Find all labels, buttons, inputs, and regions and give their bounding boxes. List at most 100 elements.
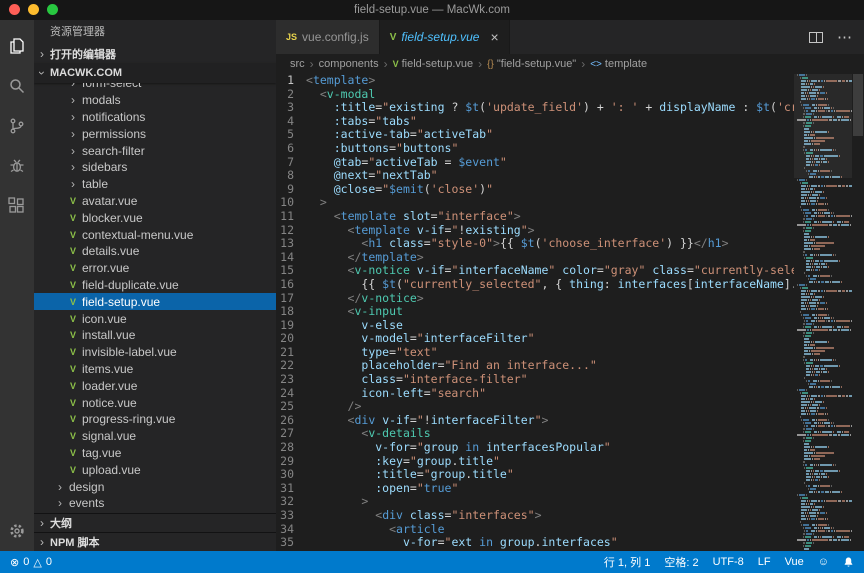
tree-item-progress-ring-vue[interactable]: Vprogress-ring.vue bbox=[34, 411, 276, 428]
split-editor-icon[interactable] bbox=[809, 32, 823, 43]
code-line-3[interactable]: 3 :title="existing ? $t('update_field') … bbox=[276, 101, 794, 115]
tree-item-details-vue[interactable]: Vdetails.vue bbox=[34, 243, 276, 260]
code-line-22[interactable]: 22 placeholder="Find an interface..." bbox=[276, 359, 794, 373]
minimap[interactable] bbox=[794, 74, 852, 551]
code-line-9[interactable]: 9 @close="$emit('close')" bbox=[276, 183, 794, 197]
code-line-29[interactable]: 29 :key="group.title" bbox=[276, 455, 794, 469]
tree-item-table[interactable]: ›table bbox=[34, 176, 276, 193]
tab-field-setup-vue[interactable]: V field-setup.vue × bbox=[380, 20, 510, 54]
close-tab-icon[interactable]: × bbox=[490, 30, 498, 44]
code-line-11[interactable]: 11 <template slot="interface"> bbox=[276, 210, 794, 224]
tree-item-avatar-vue[interactable]: Vavatar.vue bbox=[34, 193, 276, 210]
indentation-setting[interactable]: 空格: 2 bbox=[664, 554, 698, 570]
search-icon[interactable] bbox=[0, 66, 34, 106]
code-line-7[interactable]: 7 @tab="activeTab = $event" bbox=[276, 156, 794, 170]
breadcrumb-item-components[interactable]: components bbox=[319, 58, 379, 70]
scrollbar-thumb[interactable] bbox=[853, 74, 863, 136]
tree-item-error-vue[interactable]: Verror.vue bbox=[34, 260, 276, 277]
notifications-bell-icon[interactable] bbox=[843, 556, 854, 568]
tree-item-invisible-label-vue[interactable]: Vinvisible-label.vue bbox=[34, 344, 276, 361]
workspace-root-section[interactable]: › MACWK.COM bbox=[34, 63, 276, 83]
tree-item-signal-vue[interactable]: Vsignal.vue bbox=[34, 428, 276, 445]
tree-item-field-duplicate-vue[interactable]: Vfield-duplicate.vue bbox=[34, 277, 276, 294]
code-line-26[interactable]: 26 <div v-if="!interfaceFilter"> bbox=[276, 414, 794, 428]
code-line-content: <article bbox=[306, 523, 445, 537]
line-number: 22 bbox=[276, 359, 306, 373]
code-line-12[interactable]: 12 <template v-if="!existing"> bbox=[276, 224, 794, 238]
tree-item-tag-vue[interactable]: Vtag.vue bbox=[34, 445, 276, 462]
code-line-25[interactable]: 25 /> bbox=[276, 400, 794, 414]
settings-gear-icon[interactable] bbox=[0, 511, 34, 551]
code-line-30[interactable]: 30 :title="group.title" bbox=[276, 468, 794, 482]
tree-item-notice-vue[interactable]: Vnotice.vue bbox=[34, 394, 276, 411]
code-editor[interactable]: 1<template>2 <v-modal3 :title="existing … bbox=[276, 74, 794, 551]
code-line-34[interactable]: 34 <article bbox=[276, 523, 794, 537]
code-line-23[interactable]: 23 class="interface-filter" bbox=[276, 373, 794, 387]
line-number: 30 bbox=[276, 468, 306, 482]
tree-item-notifications[interactable]: ›notifications bbox=[34, 109, 276, 126]
tab-vue-config-js[interactable]: JS vue.config.js bbox=[276, 20, 380, 54]
breadcrumb-item-field-setup-vue[interactable]: {}"field-setup.vue" bbox=[487, 58, 576, 70]
tree-item-search-filter[interactable]: ›search-filter bbox=[34, 142, 276, 159]
code-line-10[interactable]: 10 > bbox=[276, 196, 794, 210]
code-line-5[interactable]: 5 :active-tab="activeTab" bbox=[276, 128, 794, 142]
npm-scripts-section[interactable]: › NPM 脚本 bbox=[34, 532, 276, 551]
code-line-4[interactable]: 4 :tabs="tabs" bbox=[276, 115, 794, 129]
outline-section[interactable]: › 大纲 bbox=[34, 513, 276, 532]
cursor-position[interactable]: 行 1, 列 1 bbox=[604, 554, 650, 570]
zoom-window-button[interactable] bbox=[47, 4, 58, 15]
tree-item-field-setup-vue[interactable]: Vfield-setup.vue bbox=[34, 293, 276, 310]
encoding-setting[interactable]: UTF-8 bbox=[713, 556, 744, 568]
code-line-6[interactable]: 6 :buttons="buttons" bbox=[276, 142, 794, 156]
breadcrumb-item-src[interactable]: src bbox=[290, 58, 305, 70]
code-line-15[interactable]: 15 <v-notice v-if="interfaceName" color=… bbox=[276, 264, 794, 278]
tree-item-sidebars[interactable]: ›sidebars bbox=[34, 159, 276, 176]
code-line-17[interactable]: 17 </v-notice> bbox=[276, 292, 794, 306]
code-line-8[interactable]: 8 @next="nextTab" bbox=[276, 169, 794, 183]
code-line-21[interactable]: 21 type="text" bbox=[276, 346, 794, 360]
code-line-28[interactable]: 28 v-for="group in interfacesPopular" bbox=[276, 441, 794, 455]
tree-item-form-select[interactable]: ›form-select bbox=[34, 83, 276, 92]
tree-item-contextual-menu-vue[interactable]: Vcontextual-menu.vue bbox=[34, 226, 276, 243]
code-line-31[interactable]: 31 :open="true" bbox=[276, 482, 794, 496]
extensions-icon[interactable] bbox=[0, 186, 34, 226]
editor-scrollbar[interactable] bbox=[852, 74, 864, 551]
code-line-1[interactable]: 1<template> bbox=[276, 74, 794, 88]
code-line-24[interactable]: 24 icon-left="search" bbox=[276, 387, 794, 401]
breadcrumb-item-field-setup-vue[interactable]: Vfield-setup.vue bbox=[393, 58, 474, 70]
close-window-button[interactable] bbox=[9, 4, 20, 15]
tree-item-upload-vue[interactable]: Vupload.vue bbox=[34, 461, 276, 478]
eol-setting[interactable]: LF bbox=[758, 556, 771, 568]
code-line-32[interactable]: 32 > bbox=[276, 495, 794, 509]
tree-item-items-vue[interactable]: Vitems.vue bbox=[34, 361, 276, 378]
code-line-16[interactable]: 16 {{ $t("currently_selected", { thing: … bbox=[276, 278, 794, 292]
code-line-35[interactable]: 35 v-for="ext in group.interfaces" bbox=[276, 536, 794, 550]
more-actions-icon[interactable]: ⋯ bbox=[837, 28, 852, 46]
code-line-33[interactable]: 33 <div class="interfaces"> bbox=[276, 509, 794, 523]
feedback-smiley-icon[interactable]: ☺ bbox=[818, 556, 829, 568]
tree-item-label: upload.vue bbox=[82, 463, 141, 477]
tree-item-loader-vue[interactable]: Vloader.vue bbox=[34, 377, 276, 394]
tree-item-events[interactable]: ›events bbox=[34, 495, 276, 512]
breadcrumb-item-template[interactable]: <>template bbox=[590, 58, 647, 70]
code-line-13[interactable]: 13 <h1 class="style-0">{{ $t('choose_int… bbox=[276, 237, 794, 251]
tree-item-blocker-vue[interactable]: Vblocker.vue bbox=[34, 209, 276, 226]
tree-item-install-vue[interactable]: Vinstall.vue bbox=[34, 327, 276, 344]
explorer-icon[interactable] bbox=[0, 26, 34, 66]
code-line-20[interactable]: 20 v-model="interfaceFilter" bbox=[276, 332, 794, 346]
tree-item-modals[interactable]: ›modals bbox=[34, 92, 276, 109]
open-editors-section[interactable]: › 打开的编辑器 bbox=[34, 44, 276, 63]
source-control-icon[interactable] bbox=[0, 106, 34, 146]
minimize-window-button[interactable] bbox=[28, 4, 39, 15]
language-mode[interactable]: Vue bbox=[785, 556, 804, 568]
tree-item-design[interactable]: ›design bbox=[34, 478, 276, 495]
code-line-19[interactable]: 19 v-else bbox=[276, 319, 794, 333]
code-line-18[interactable]: 18 <v-input bbox=[276, 305, 794, 319]
debug-icon[interactable] bbox=[0, 146, 34, 186]
code-line-2[interactable]: 2 <v-modal bbox=[276, 88, 794, 102]
tree-item-icon-vue[interactable]: Vicon.vue bbox=[34, 310, 276, 327]
tree-item-permissions[interactable]: ›permissions bbox=[34, 125, 276, 142]
code-line-27[interactable]: 27 <v-details bbox=[276, 427, 794, 441]
code-line-14[interactable]: 14 </template> bbox=[276, 251, 794, 265]
problems-indicator[interactable]: ⊗ 0 △ 0 bbox=[10, 556, 52, 569]
